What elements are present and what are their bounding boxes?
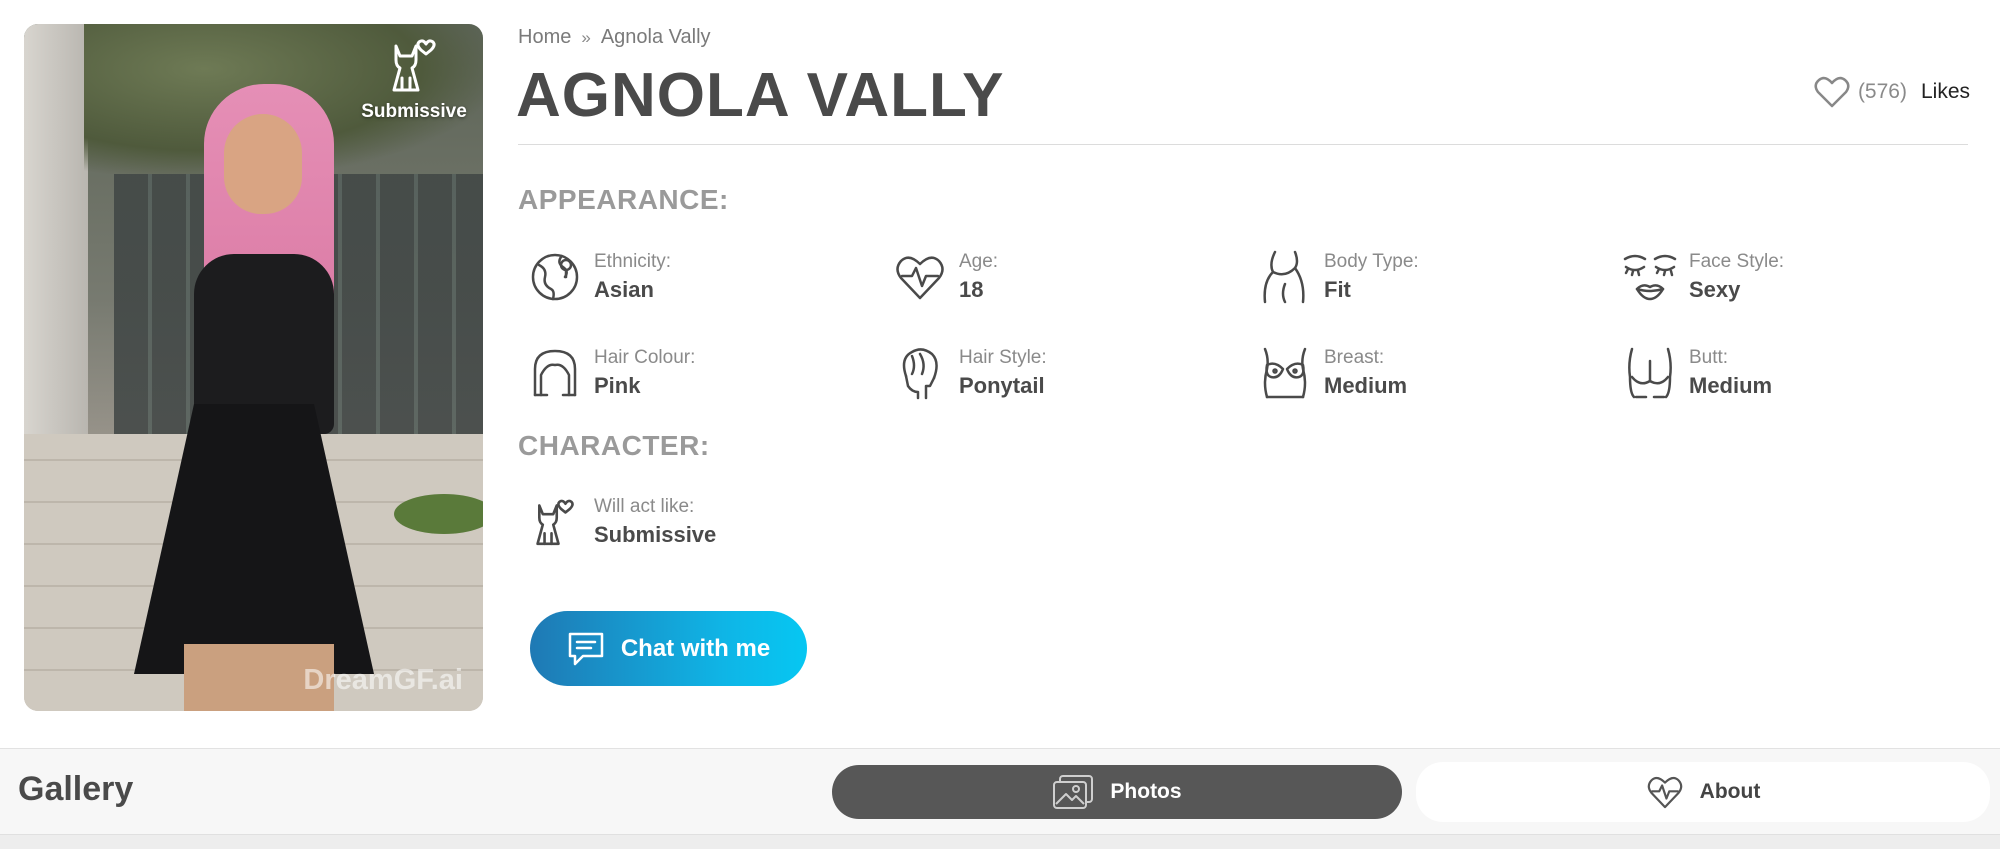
profile-photo[interactable]: Submissive DreamGF.ai: [24, 24, 483, 711]
chat-icon: [568, 632, 604, 665]
tab-about[interactable]: About: [1416, 762, 1990, 822]
attribute-breast-value: Medium: [1324, 373, 1408, 398]
likes-label: Likes: [1920, 80, 1970, 103]
attribute-hair-style-value: Ponytail: [959, 373, 1045, 398]
body-type-icon: [1258, 250, 1312, 304]
page-title: AGNOLA VALLY: [516, 61, 1005, 130]
attribute-age-value: 18: [959, 277, 984, 302]
attribute-hair-colour-key: Hair Colour:: [594, 347, 696, 368]
attribute-body-type: Body Type: Fit: [1258, 249, 1419, 305]
appearance-title: APPEARANCE:: [518, 184, 729, 215]
likes: (576) Likes: [1814, 76, 1970, 108]
butt-icon: [1623, 346, 1677, 400]
breadcrumb-home-link[interactable]: Home: [518, 26, 571, 49]
photo-background-shrub: [394, 494, 483, 534]
attribute-ethnicity: Ethnicity: Asian: [528, 249, 671, 305]
attribute-face-style-value: Sexy: [1689, 277, 1741, 302]
attribute-age: Age: 18: [893, 249, 998, 305]
photo-figure-face: [224, 114, 302, 214]
attribute-breast-key: Breast:: [1324, 347, 1385, 368]
attribute-body-type-value: Fit: [1324, 277, 1351, 302]
attribute-ethnicity-value: Asian: [594, 277, 654, 302]
cat-heart-icon: [528, 495, 582, 549]
breadcrumb-separator: »: [581, 27, 591, 47]
heart-icon[interactable]: [1814, 76, 1850, 108]
gallery-title: Gallery: [18, 770, 134, 808]
globe-icon: [528, 250, 582, 304]
tab-photos[interactable]: Photos: [832, 765, 1402, 819]
attribute-face-style-key: Face Style:: [1689, 251, 1785, 272]
attribute-hair-style: Hair Style: Ponytail: [893, 345, 1047, 401]
attribute-will-act-like-value: Submissive: [594, 522, 717, 547]
attribute-hair-colour-value: Pink: [594, 373, 641, 398]
attribute-breast: Breast: Medium: [1258, 345, 1407, 401]
hair-style-icon: [893, 346, 947, 400]
attribute-will-act-like-key: Will act like:: [594, 496, 695, 517]
profile-panel: Submissive DreamGF.ai Home » Agnola Vall…: [0, 0, 2000, 749]
attribute-butt-key: Butt:: [1689, 347, 1729, 368]
photos-icon: [1053, 775, 1094, 809]
attribute-hair-colour: Hair Colour: Pink: [528, 345, 695, 401]
personality-badge: Submissive: [359, 34, 469, 123]
content-area-edge: [0, 834, 2000, 849]
attribute-ethnicity-key: Ethnicity:: [594, 251, 672, 272]
character-title: CHARACTER:: [518, 430, 710, 461]
attribute-butt-value: Medium: [1689, 373, 1773, 398]
likes-count: (576): [1857, 80, 1907, 103]
breadcrumb: Home » Agnola Vally: [518, 26, 711, 49]
breadcrumb-current: Agnola Vally: [600, 26, 711, 48]
attribute-will-act-like: Will act like: Submissive: [528, 494, 716, 550]
tab-about-label: About: [1699, 780, 1761, 803]
heart-pulse-icon: [893, 250, 947, 304]
attribute-body-type-key: Body Type:: [1324, 251, 1419, 272]
header-divider: [518, 144, 1968, 145]
chat-with-me-label: Chat with me: [620, 634, 771, 662]
watermark: DreamGF.ai: [303, 664, 463, 696]
attribute-hair-style-key: Hair Style:: [959, 347, 1047, 368]
tab-photos-label: Photos: [1110, 780, 1182, 803]
breast-icon: [1258, 346, 1312, 400]
personality-badge-label: Submissive: [361, 101, 467, 122]
attribute-butt: Butt: Medium: [1623, 345, 1772, 401]
chat-with-me-button[interactable]: Chat with me: [530, 611, 807, 686]
attribute-face-style: Face Style: Sexy: [1623, 249, 1784, 305]
cat-heart-icon: [392, 39, 436, 92]
face-style-icon: [1623, 250, 1677, 304]
heart-pulse-icon: [1647, 777, 1682, 809]
attribute-age-key: Age:: [959, 251, 999, 272]
hair-colour-icon: [528, 346, 582, 400]
